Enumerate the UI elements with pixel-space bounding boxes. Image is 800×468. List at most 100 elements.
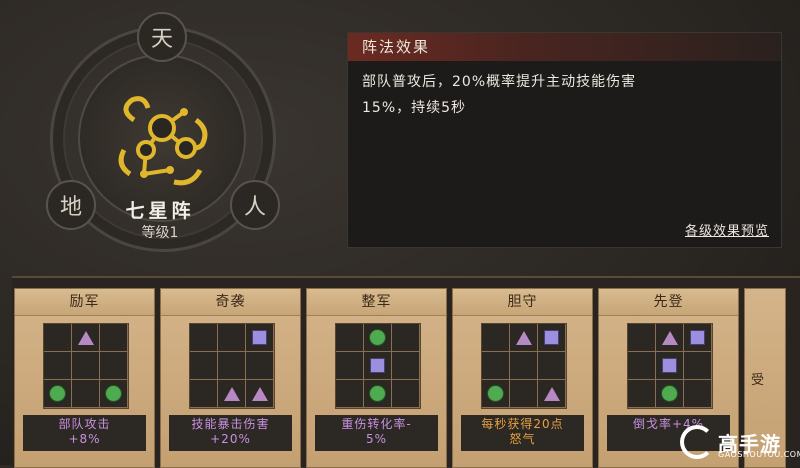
grid-cell — [364, 352, 391, 379]
brand-logo-icon — [680, 425, 714, 459]
position-grid — [189, 323, 275, 409]
card-effect: 部队攻击 +8% — [23, 415, 146, 451]
effect-line-1: 部队普攻后，20%概率提升主动技能伤害 — [362, 74, 637, 90]
circle-unit-icon — [369, 385, 386, 402]
grid-cell — [100, 352, 127, 379]
grid-cell — [628, 324, 655, 351]
triangle-unit-icon — [77, 330, 94, 345]
grid-cell — [246, 380, 273, 407]
grid-cell — [218, 380, 245, 407]
formation-card[interactable]: 整军重伤转化率- 5% — [306, 288, 447, 468]
grid-cell — [538, 352, 565, 379]
seven-star-formation-icon — [118, 96, 208, 186]
card-effect-line-2: +20% — [210, 432, 251, 446]
grid-cell — [218, 324, 245, 351]
grid-cell — [628, 380, 655, 407]
formation-card[interactable]: 励军部队攻击 +8% — [14, 288, 155, 468]
triangle-unit-icon — [515, 330, 532, 345]
formation-card[interactable]: 奇袭技能暴击伤害 +20% — [160, 288, 301, 468]
effect-description: 部队普攻后，20%概率提升主动技能伤害 15%，持续5秒 — [348, 61, 781, 121]
effect-line-2: 15%，持续5秒 — [362, 100, 467, 116]
triangle-unit-icon — [543, 386, 560, 401]
triangle-unit-icon — [661, 330, 678, 345]
card-title: 励军 — [15, 289, 154, 316]
card-effect: 重伤转化率- 5% — [315, 415, 438, 451]
formation-card[interactable]: 胆守每秒获得20点 怒气 — [452, 288, 593, 468]
grid-cell — [510, 352, 537, 379]
grid-cell — [218, 352, 245, 379]
effect-panel-header: 阵法效果 — [348, 33, 781, 61]
formation-effect-panel: 阵法效果 部队普攻后，20%概率提升主动技能伤害 15%，持续5秒 各级效果预览 — [347, 32, 782, 248]
brand-domain: GAOSHOUYOU.COM — [718, 450, 800, 459]
square-unit-icon — [662, 358, 677, 373]
grid-cell — [190, 324, 217, 351]
square-unit-icon — [690, 330, 705, 345]
grid-cell — [72, 324, 99, 351]
formation-name: 七星阵 — [125, 200, 195, 222]
seal-heaven-icon: 天 — [137, 12, 187, 62]
square-unit-icon — [370, 358, 385, 373]
card-effect: 每秒获得20点 怒气 — [461, 415, 584, 451]
triangle-unit-icon — [251, 386, 268, 401]
grid-cell — [482, 352, 509, 379]
card-effect-line-1: 技能暴击伤害 — [191, 417, 270, 431]
card-effect-line-1: 重伤转化率- — [341, 417, 412, 431]
grid-cell — [482, 380, 509, 407]
grid-cell — [100, 380, 127, 407]
grid-cell — [190, 352, 217, 379]
grid-cell — [392, 380, 419, 407]
grid-cell — [656, 352, 683, 379]
circle-unit-icon — [487, 385, 504, 402]
grid-cell — [538, 380, 565, 407]
card-title: 奇袭 — [161, 289, 300, 316]
position-grid — [335, 323, 421, 409]
grid-cell — [72, 352, 99, 379]
grid-cell — [482, 324, 509, 351]
grid-cell — [510, 324, 537, 351]
grid-cell — [44, 324, 71, 351]
grid-cell — [190, 380, 217, 407]
grid-cell — [392, 352, 419, 379]
card-effect-line-2: +8% — [68, 432, 101, 446]
brand-watermark: 高手游 GAOSHOUYOU.COM — [680, 420, 800, 464]
card-effect: 技能暴击伤害 +20% — [169, 415, 292, 451]
circle-unit-icon — [49, 385, 66, 402]
formation-emblem: 天 地 人 七星阵 等级1 — [40, 8, 280, 258]
grid-cell — [336, 324, 363, 351]
grid-cell — [364, 380, 391, 407]
grid-cell — [656, 380, 683, 407]
circle-unit-icon — [661, 385, 678, 402]
circle-unit-icon — [105, 385, 122, 402]
grid-cell — [684, 352, 711, 379]
grid-cell — [538, 324, 565, 351]
grid-cell — [246, 352, 273, 379]
card-title: 胆守 — [453, 289, 592, 316]
grid-cell — [656, 324, 683, 351]
grid-cell — [628, 352, 655, 379]
grid-cell — [364, 324, 391, 351]
triangle-unit-icon — [223, 386, 240, 401]
grid-cell — [246, 324, 273, 351]
card-effect-line-2: 怒气 — [509, 432, 536, 446]
grid-cell — [100, 324, 127, 351]
square-unit-icon — [544, 330, 559, 345]
position-grid — [481, 323, 567, 409]
card-effect-line-1: 每秒获得20点 — [481, 417, 564, 431]
card-title: 整军 — [307, 289, 446, 316]
grid-cell — [684, 380, 711, 407]
card-title: 先登 — [599, 289, 738, 316]
card-effect-line-1: 部队攻击 — [58, 417, 111, 431]
grid-cell — [392, 324, 419, 351]
circle-unit-icon — [369, 329, 386, 346]
seal-human-icon: 人 — [230, 180, 280, 230]
seal-earth-icon: 地 — [46, 180, 96, 230]
position-grid — [627, 323, 713, 409]
card-effect-line-2: 5% — [365, 432, 388, 446]
grid-cell — [510, 380, 537, 407]
grid-cell — [336, 380, 363, 407]
grid-cell — [44, 380, 71, 407]
level-effect-preview-link[interactable]: 各级效果预览 — [685, 220, 769, 239]
grid-cell — [72, 380, 99, 407]
formation-level: 等级1 — [141, 225, 179, 241]
card-partial-label: 受 — [751, 373, 765, 388]
